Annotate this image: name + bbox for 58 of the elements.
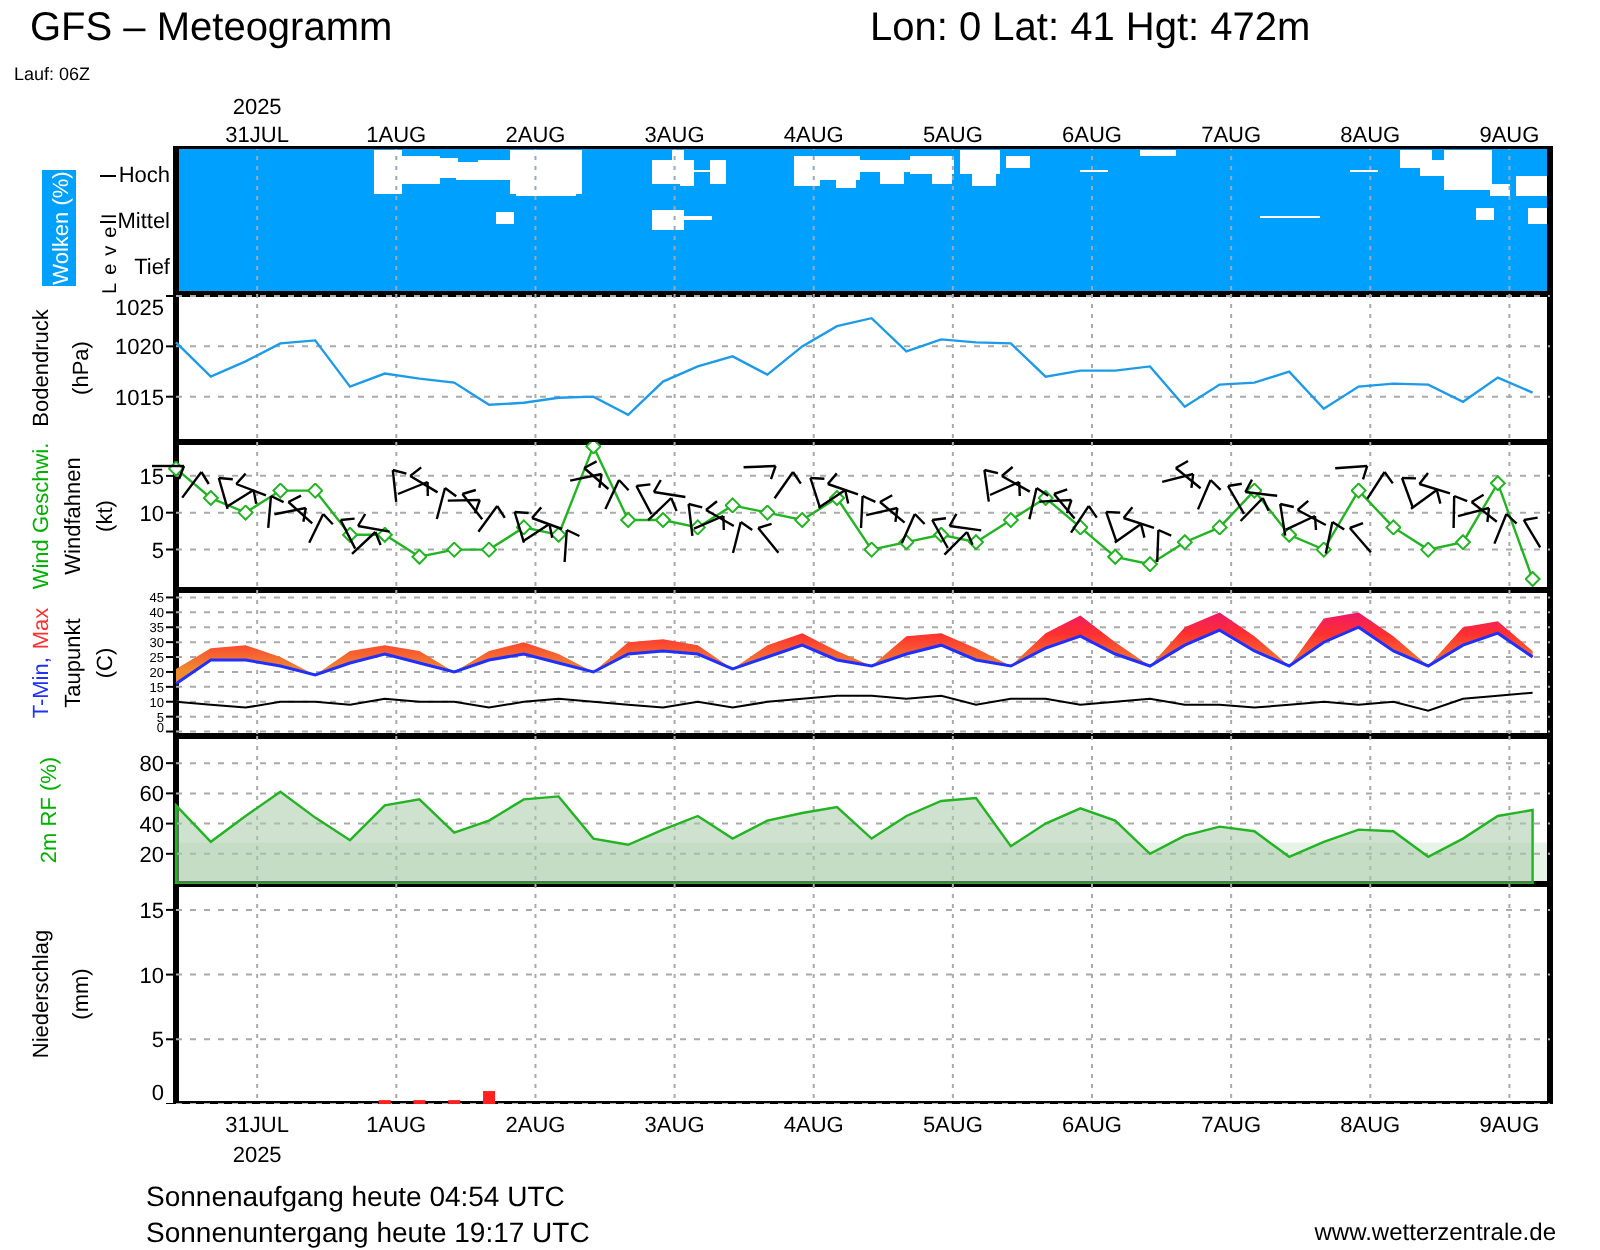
date-label: 8AUG [1340, 124, 1401, 146]
tick-label: 1025 [115, 297, 164, 321]
date-label: 6AUG [1062, 1114, 1122, 1138]
tick-label: 10 [139, 502, 164, 527]
location-info: Lon: 0 Lat: 41 Hgt: 472m [870, 5, 1311, 51]
date-label: 3AUG [644, 1114, 705, 1138]
website-credit: www.wetterzentrale.de [1314, 1218, 1556, 1246]
level-label: Hoch [118, 164, 170, 188]
date-label: 4AUG [783, 1114, 844, 1138]
date-label: 3AUG [644, 124, 705, 146]
axis-title: Niederschlag [30, 929, 54, 1059]
tick-label: 15 [139, 899, 164, 924]
tick-label: 1015 [115, 386, 164, 411]
date-label: 31JUL [225, 124, 289, 146]
date-label: 5AUG [922, 1114, 983, 1138]
date-label: 31JUL [225, 1114, 289, 1138]
axis-title: Bodendruck [30, 309, 54, 427]
axis-subtitle: (C) [94, 647, 118, 679]
axis-title: Wind Geschwi. [30, 442, 54, 590]
date-label: 2AUG [505, 124, 566, 146]
axis-subtitle: (hPa) [70, 341, 94, 395]
tick-label: 20 [139, 843, 164, 868]
date-label: 1AUG [366, 1114, 427, 1138]
sunrise-text: Sonnenaufgang heute 04:54 UTC [146, 1178, 567, 1214]
date-label: 1AUG [366, 124, 427, 146]
axis-subtitle: Taupunkt [62, 618, 86, 708]
axis-title: T-Min, Max [30, 607, 54, 719]
date-label: 9AUG [1479, 1114, 1540, 1138]
date-label: 2AUG [505, 1114, 566, 1138]
tick-label: 40 [139, 813, 164, 838]
axis-subtitle: (mm) [70, 968, 94, 1020]
run-time: Lauf: 06Z [12, 64, 93, 84]
year-label: 2025 [232, 1144, 282, 1168]
tick-label: 15 [139, 465, 164, 490]
tick-label: 60 [139, 783, 164, 808]
axis-title: Level [100, 206, 122, 294]
year-label: 2025 [232, 96, 282, 120]
level-label: Tief [134, 256, 170, 280]
date-label: 7AUG [1201, 124, 1262, 146]
sunset-text: Sonnenuntergang heute 19:17 UTC [146, 1214, 590, 1250]
date-label: 9AUG [1479, 124, 1540, 146]
tick-label: 80 [139, 753, 164, 778]
axis-subtitle: Windfahnen [62, 457, 86, 575]
axis-subtitle: (kt) [94, 500, 118, 532]
tick-label: 1020 [115, 336, 164, 361]
date-label: 8AUG [1340, 1114, 1401, 1138]
tick-label: 5 [151, 1029, 164, 1054]
tick-label: 10 [139, 964, 164, 989]
date-label: 5AUG [922, 124, 983, 146]
tick-label: 0 [151, 1082, 164, 1104]
date-label: 4AUG [783, 124, 844, 146]
tick-label: 5 [151, 539, 164, 564]
date-label: 7AUG [1201, 1114, 1262, 1138]
level-label: Mittel [117, 210, 170, 234]
chart-title: GFS – Meteogramm [30, 5, 395, 51]
cloud-layer-title: Wolken (%) [42, 170, 76, 286]
axis-title: 2m RF (%) [38, 756, 62, 864]
date-label: 6AUG [1062, 124, 1122, 146]
